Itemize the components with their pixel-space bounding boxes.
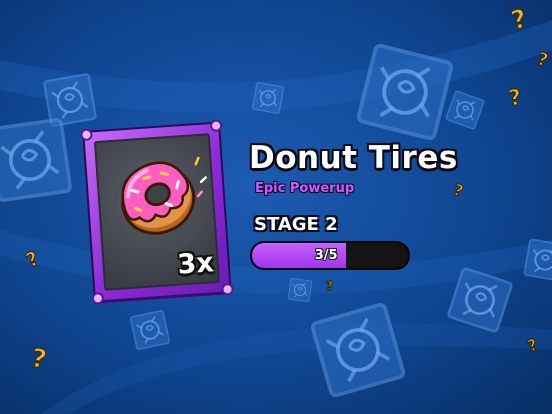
svg-text:?: ?	[326, 279, 333, 293]
powerup-rarity: Epic Powerup	[255, 181, 355, 196]
stage-label: STAGE 2	[254, 214, 338, 235]
powerup-card[interactable]: 3x	[82, 121, 232, 303]
stage-progress-text: 3/5	[314, 248, 338, 263]
powerup-count: 3x	[176, 247, 215, 281]
background-pattern: ? ? ? ? ? ? ? ?	[0, 0, 552, 414]
powerup-name: Donut Tires	[249, 140, 458, 176]
stage-progress-bar: 3/5	[252, 243, 408, 268]
